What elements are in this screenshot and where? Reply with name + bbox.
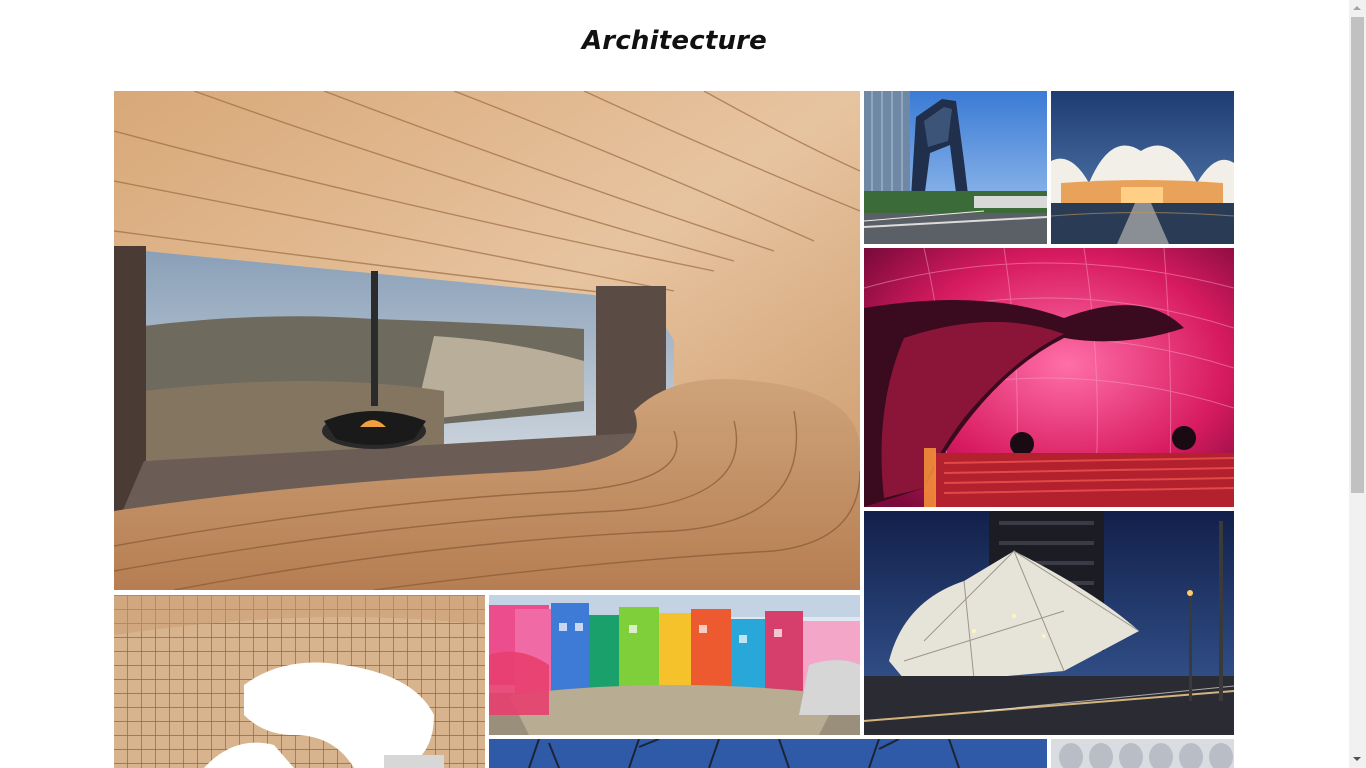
wooden-lounge-image — [114, 91, 860, 590]
metropol-parasol-image — [114, 595, 485, 768]
pink-inflatable-hall-image — [864, 248, 1234, 507]
winter-trees-image — [489, 739, 1047, 768]
chevron-up-icon — [1353, 6, 1361, 10]
angular-pavilion-night-photo[interactable] — [864, 511, 1234, 735]
white-wave-chapel-photo[interactable] — [1051, 91, 1234, 244]
favela-painting-image — [489, 595, 860, 735]
winter-trees-photo[interactable] — [489, 739, 1047, 768]
favela-painting-photo[interactable] — [489, 595, 860, 735]
scroll-up-arrow[interactable] — [1349, 0, 1366, 17]
page-title: Architecture — [581, 26, 768, 56]
white-facade-image — [1051, 739, 1234, 768]
scroll-down-arrow[interactable] — [1349, 751, 1366, 768]
wooden-lounge-photo[interactable] — [114, 91, 860, 590]
metropol-parasol-photo[interactable] — [114, 595, 485, 768]
scrollbar-thumb[interactable] — [1351, 17, 1364, 493]
cctv-tower-image — [864, 91, 1047, 244]
chevron-down-icon — [1353, 757, 1361, 761]
angular-pavilion-night-image — [864, 511, 1234, 735]
white-facade-photo[interactable] — [1051, 739, 1234, 768]
cctv-tower-photo[interactable] — [864, 91, 1047, 244]
pink-inflatable-hall-photo[interactable] — [864, 248, 1234, 507]
white-wave-chapel-image — [1051, 91, 1234, 244]
vertical-scrollbar[interactable] — [1349, 0, 1366, 768]
gallery-page: Architecture — [0, 0, 1349, 768]
